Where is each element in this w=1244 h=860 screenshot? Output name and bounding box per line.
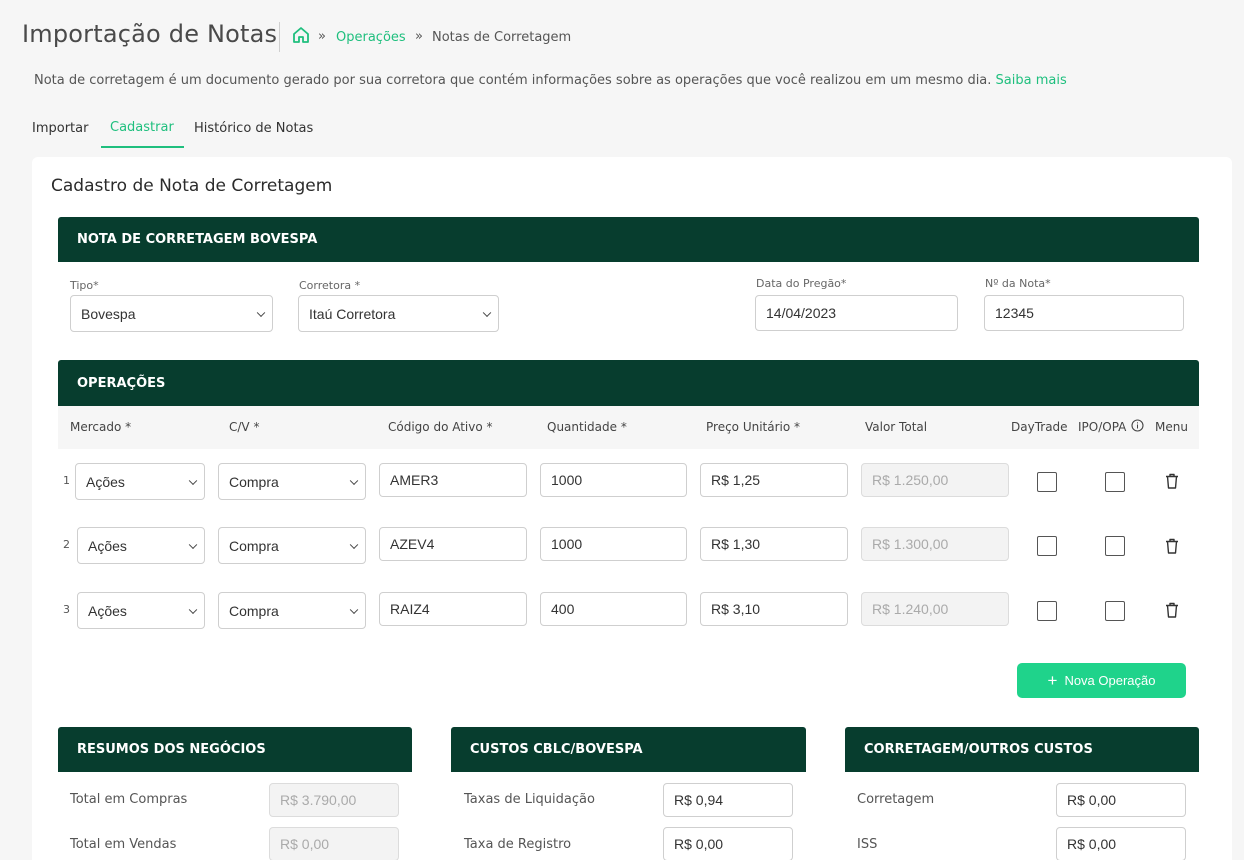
column-header-ipo: IPO/OPA — [1078, 420, 1127, 434]
corretagem-section-header: CORRETAGEM/OUTROS CUSTOS — [845, 727, 1199, 772]
row-mercado-select[interactable]: Ações — [75, 463, 205, 500]
tab-historico[interactable]: Histórico de Notas — [194, 121, 313, 149]
row-valor-total: R$ 1.240,00 — [861, 592, 1009, 626]
column-header-codigo: Código do Ativo * — [388, 420, 493, 434]
row-cv-select[interactable]: Compra — [218, 463, 366, 500]
numero-nota-label: Nº da Nota* — [985, 277, 1051, 290]
row-cv-value: Compra — [229, 473, 279, 490]
row-mercado-value: Ações — [88, 537, 127, 554]
row-daytrade-checkbox[interactable] — [1037, 536, 1057, 556]
row-valor-total: R$ 1.250,00 — [861, 463, 1009, 497]
row-preco-input[interactable]: R$ 1,25 — [700, 463, 848, 497]
page-description: Nota de corretagem é um documento gerado… — [34, 73, 1067, 88]
data-pregao-label: Data do Pregão* — [756, 277, 847, 290]
row-codigo-input[interactable]: RAIZ4 — [379, 592, 527, 626]
row-mercado-value: Ações — [88, 602, 127, 619]
tipo-label: Tipo* — [70, 279, 99, 292]
row-quantidade-input[interactable]: 400 — [540, 592, 687, 626]
row-ipo-checkbox[interactable] — [1105, 536, 1125, 556]
column-header-cv: C/V * — [229, 420, 260, 434]
trash-icon[interactable] — [1165, 602, 1179, 618]
active-tab-indicator — [101, 146, 184, 148]
corretagem-label: Corretagem — [857, 792, 935, 807]
resumos-section-header: RESUMOS DOS NEGÓCIOS — [58, 727, 412, 772]
taxas-liquidacao-label: Taxas de Liquidação — [464, 792, 595, 807]
row-mercado-select[interactable]: Ações — [77, 527, 205, 564]
iss-label: ISS — [857, 837, 878, 852]
tab-importar[interactable]: Importar — [32, 121, 88, 149]
corretora-value: Itaú Corretora — [309, 305, 396, 322]
tipo-value: Bovespa — [81, 305, 136, 322]
column-header-menu: Menu — [1155, 420, 1188, 434]
trash-icon[interactable] — [1165, 473, 1179, 489]
row-number: 1 — [63, 474, 70, 487]
taxa-registro-input[interactable]: R$ 0,00 — [663, 827, 793, 860]
row-preco-input[interactable]: R$ 1,30 — [700, 527, 848, 561]
row-number: 3 — [63, 603, 70, 616]
row-cv-select[interactable]: Compra — [218, 527, 366, 564]
row-mercado-select[interactable]: Ações — [77, 592, 205, 629]
corretora-label: Corretora * — [299, 279, 361, 292]
tab-cadastrar[interactable]: Cadastrar — [110, 120, 174, 148]
home-icon[interactable] — [292, 26, 310, 44]
row-cv-select[interactable]: Compra — [218, 592, 366, 629]
taxas-liquidacao-input[interactable]: R$ 0,94 — [663, 783, 793, 817]
chevron-down-icon — [349, 540, 359, 549]
row-daytrade-checkbox[interactable] — [1037, 601, 1057, 621]
info-icon[interactable] — [1131, 419, 1144, 432]
numero-nota-input[interactable]: 12345 — [984, 295, 1184, 331]
total-compras-value: R$ 3.790,00 — [269, 783, 399, 817]
nova-operacao-button[interactable]: + Nova Operação — [1017, 663, 1186, 698]
breadcrumb-separator: » — [318, 29, 326, 44]
trash-icon[interactable] — [1165, 538, 1179, 554]
row-codigo-input[interactable]: AMER3 — [379, 463, 527, 497]
nota-section-header: NOTA DE CORRETAGEM BOVESPA — [58, 217, 1199, 262]
total-vendas-value: R$ 0,00 — [269, 827, 399, 860]
data-pregao-input[interactable]: 14/04/2023 — [755, 295, 958, 331]
chevron-down-icon — [188, 540, 198, 549]
column-header-quantidade: Quantidade * — [547, 420, 627, 434]
row-codigo-input[interactable]: AZEV4 — [379, 527, 527, 561]
chevron-down-icon — [188, 476, 198, 485]
corretora-select[interactable]: Itaú Corretora — [298, 295, 499, 332]
title-divider — [279, 22, 280, 52]
chevron-down-icon — [188, 605, 198, 614]
custos-section-header: CUSTOS CBLC/BOVESPA — [451, 727, 806, 772]
chevron-down-icon — [349, 476, 359, 485]
total-vendas-label: Total em Vendas — [70, 837, 177, 852]
tipo-select[interactable]: Bovespa — [70, 295, 273, 332]
iss-input[interactable]: R$ 0,00 — [1056, 827, 1186, 860]
page-title: Importação de Notas — [22, 20, 278, 48]
row-number: 2 — [63, 538, 70, 551]
row-valor-total: R$ 1.300,00 — [861, 527, 1009, 561]
description-text: Nota de corretagem é um documento gerado… — [34, 73, 992, 88]
row-ipo-checkbox[interactable] — [1105, 472, 1125, 492]
taxa-registro-label: Taxa de Registro — [464, 837, 572, 852]
operacoes-section-header: OPERAÇÕES — [58, 360, 1199, 406]
column-header-preco: Preço Unitário * — [706, 420, 801, 434]
total-compras-label: Total em Compras — [70, 792, 188, 807]
row-mercado-value: Ações — [86, 473, 125, 490]
column-header-daytrade: DayTrade — [1011, 420, 1068, 434]
breadcrumb-link-operacoes[interactable]: Operações — [336, 30, 406, 45]
row-cv-value: Compra — [229, 602, 279, 619]
row-ipo-checkbox[interactable] — [1105, 601, 1125, 621]
column-header-valor: Valor Total — [865, 420, 928, 434]
breadcrumb-separator: » — [415, 29, 423, 44]
corretagem-input[interactable]: R$ 0,00 — [1056, 783, 1186, 817]
chevron-down-icon — [256, 308, 266, 317]
breadcrumb-current: Notas de Corretagem — [432, 30, 572, 45]
row-daytrade-checkbox[interactable] — [1037, 472, 1057, 492]
column-header-mercado: Mercado * — [70, 420, 132, 434]
card-title: Cadastro de Nota de Corretagem — [51, 176, 333, 196]
plus-icon: + — [1047, 671, 1058, 690]
chevron-down-icon — [482, 308, 492, 317]
row-quantidade-input[interactable]: 1000 — [540, 527, 687, 561]
row-cv-value: Compra — [229, 537, 279, 554]
row-preco-input[interactable]: R$ 3,10 — [700, 592, 848, 626]
chevron-down-icon — [349, 605, 359, 614]
saiba-mais-link[interactable]: Saiba mais — [996, 73, 1067, 88]
nova-operacao-label: Nova Operação — [1064, 673, 1156, 688]
row-quantidade-input[interactable]: 1000 — [540, 463, 687, 497]
